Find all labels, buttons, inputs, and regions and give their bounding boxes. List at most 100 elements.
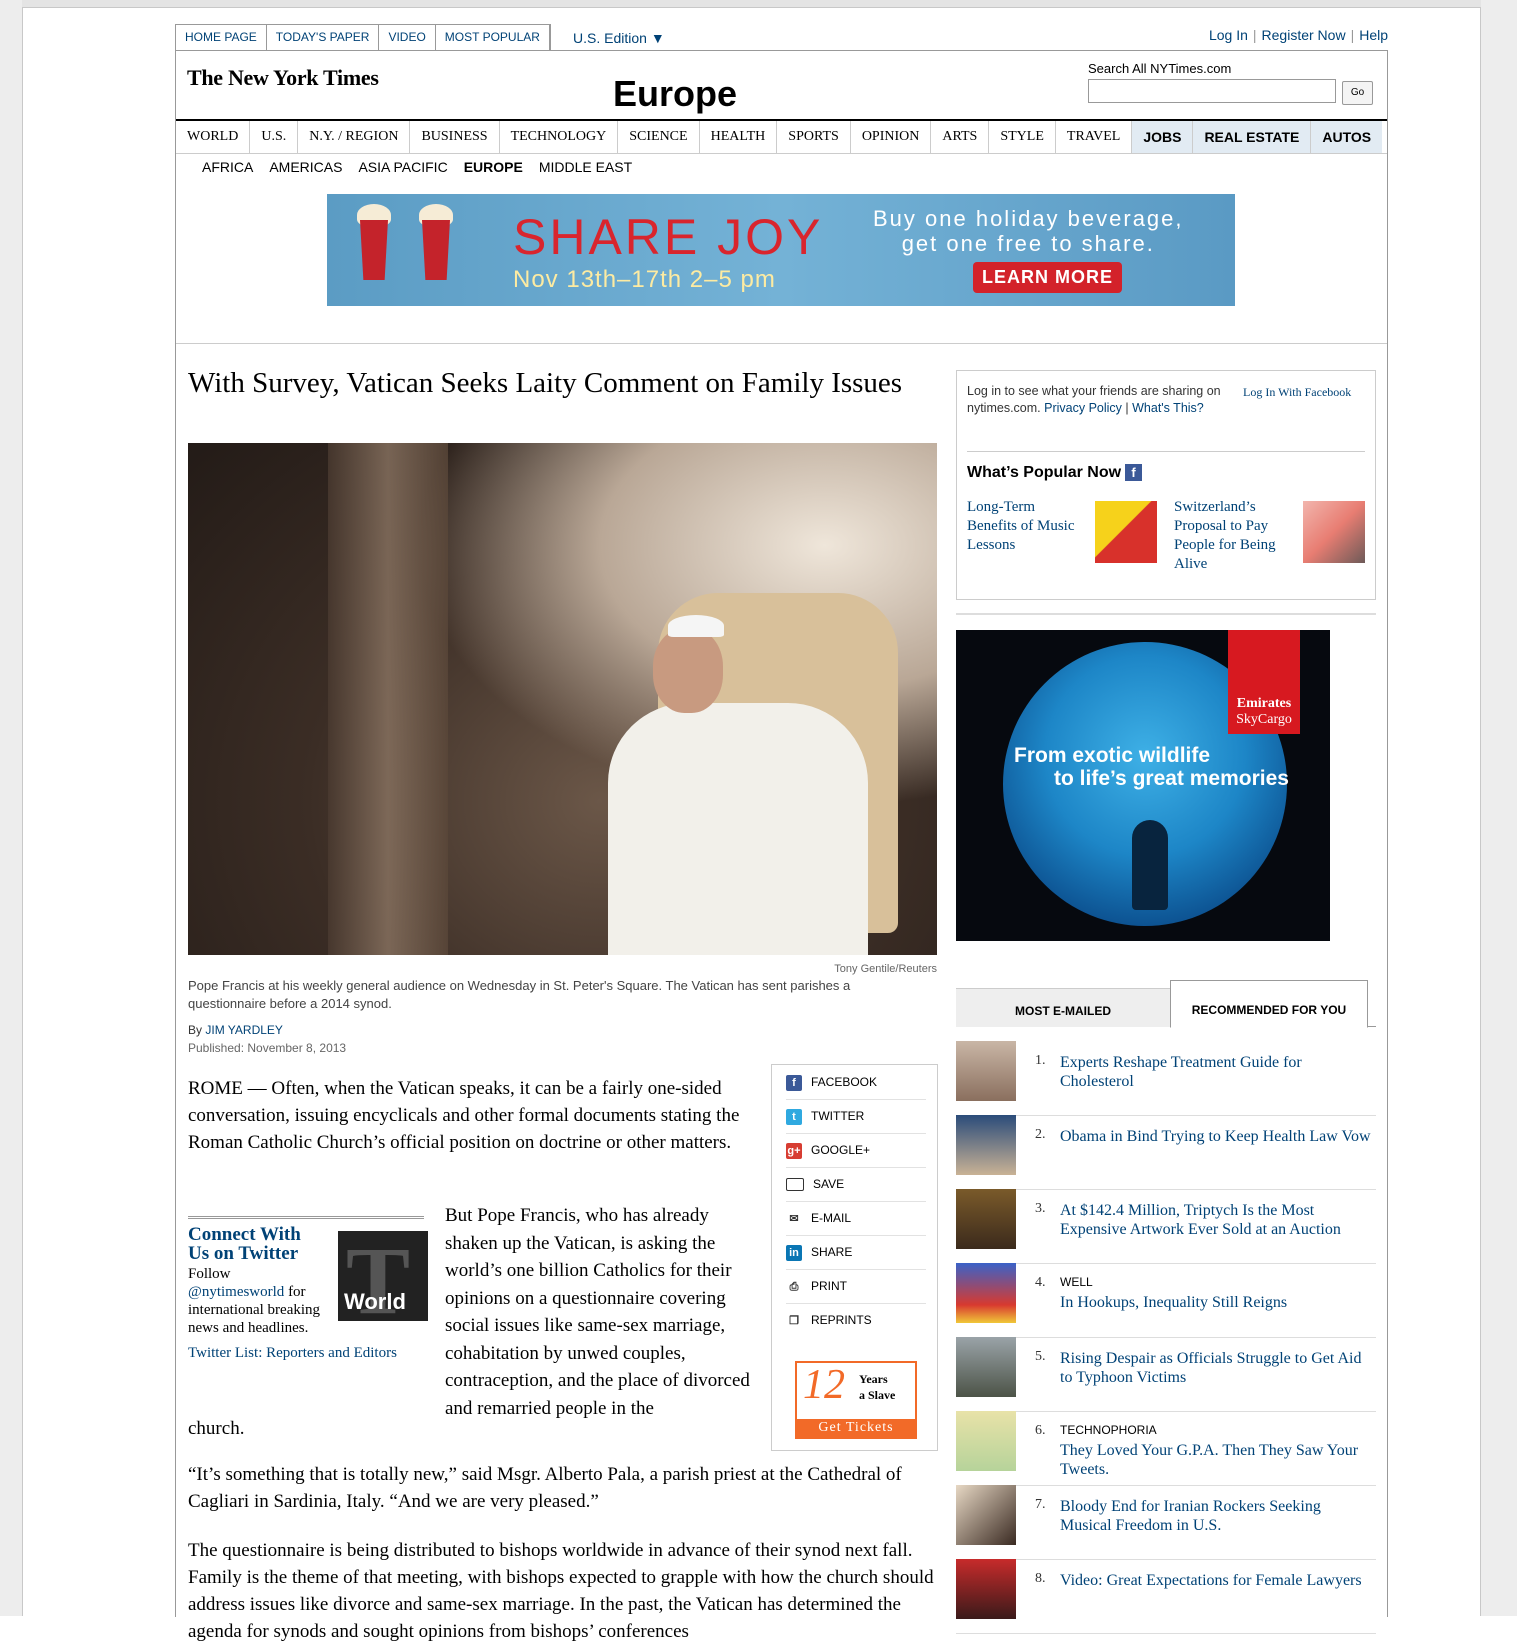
section-technology[interactable]: TECHNOLOGY	[500, 121, 619, 153]
tickets-ad[interactable]: 12 Years a Slave Get Tickets	[795, 1361, 917, 1439]
recommended-thumbnail[interactable]	[956, 1559, 1016, 1619]
subsection-americas[interactable]: AMERICAS	[269, 159, 342, 175]
share-facebook[interactable]: f FACEBOOK	[786, 1065, 926, 1100]
nav-most-popular[interactable]: MOST POPULAR	[436, 25, 550, 50]
envelope-icon: ✉	[789, 1212, 799, 1225]
recommended-link[interactable]: At $142.4 Million, Triptych Is the Most …	[1060, 1201, 1372, 1239]
recommended-link[interactable]: In Hookups, Inequality Still Reigns	[1060, 1293, 1372, 1312]
section-health[interactable]: HEALTH	[700, 121, 778, 153]
section-nav: WORLD U.S. N.Y. / REGION BUSINESS TECHNO…	[176, 119, 1387, 154]
save-article[interactable]: SAVE	[786, 1167, 926, 1202]
list-number: 3.	[1035, 1201, 1046, 1216]
window-right-margin	[1480, 0, 1517, 1616]
section-arts[interactable]: ARTS	[931, 121, 990, 153]
account-links: Log In | Register Now | Help	[1208, 27, 1388, 43]
learn-more-button[interactable]: LEARN MORE	[973, 262, 1122, 293]
popular-item-1[interactable]: Long-Term Benefits of Music Lessons	[967, 498, 1085, 555]
recommended-thumbnail[interactable]	[956, 1189, 1016, 1249]
tab-recommended[interactable]: RECOMMENDED FOR YOU	[1170, 980, 1368, 1028]
recommended-link[interactable]: Bloody End for Iranian Rockers Seeking M…	[1060, 1497, 1372, 1535]
window-left-margin	[0, 0, 23, 1616]
twitter-promo-title[interactable]: Connect With Us on Twitter	[188, 1225, 316, 1263]
print-article[interactable]: ⎙ PRINT	[786, 1269, 926, 1304]
facebook-icon: f	[786, 1074, 802, 1091]
search-input[interactable]	[1088, 79, 1336, 103]
section-title: Europe	[613, 73, 738, 114]
section-travel[interactable]: TRAVEL	[1056, 121, 1133, 153]
list-item: 8. Video: Great Expectations for Female …	[956, 1559, 1376, 1634]
popular-thumbnail-2[interactable]	[1303, 501, 1365, 563]
tickets-title-line1: Years	[859, 1372, 888, 1386]
recommended-link[interactable]: Video: Great Expectations for Female Law…	[1060, 1571, 1372, 1590]
byline-prefix: By	[188, 1023, 203, 1037]
section-jobs[interactable]: JOBS	[1132, 121, 1194, 153]
recommended-link[interactable]: They Loved Your G.P.A. Then They Saw You…	[1060, 1441, 1372, 1479]
reprints-article[interactable]: ❐ REPRINTS	[786, 1303, 926, 1337]
help-link[interactable]: Help	[1359, 27, 1388, 43]
register-link[interactable]: Register Now	[1262, 27, 1346, 43]
recommended-thumbnail[interactable]	[956, 1263, 1016, 1323]
recommended-thumbnail[interactable]	[956, 1485, 1016, 1545]
reprints-label: REPRINTS	[811, 1313, 872, 1327]
twitter-list-link[interactable]: Twitter List: Reporters and Editors	[188, 1345, 424, 1362]
tab-most-emailed[interactable]: MOST E-MAILED	[956, 988, 1170, 1027]
subsection-middle-east[interactable]: MIDDLE EAST	[539, 159, 632, 175]
share-linkedin[interactable]: in SHARE	[786, 1235, 926, 1270]
recommended-thumbnail[interactable]	[956, 1337, 1016, 1397]
popular-thumbnail-1[interactable]	[1095, 501, 1157, 563]
popular-item-2[interactable]: Switzerland’s Proposal to Pay People for…	[1174, 498, 1292, 574]
emirates-ad[interactable]: From exotic wildlife to life’s great memo…	[956, 630, 1330, 941]
twitter-icon: t	[786, 1108, 802, 1125]
author-link[interactable]: JIM YARDLEY	[205, 1023, 283, 1037]
list-number: 1.	[1035, 1053, 1046, 1068]
get-tickets-button[interactable]: Get Tickets	[797, 1419, 915, 1437]
edition-dropdown[interactable]: U.S. Edition ▼	[573, 24, 665, 53]
linkedin-icon: in	[786, 1244, 802, 1261]
recommended-thumbnail[interactable]	[956, 1041, 1016, 1101]
section-us[interactable]: U.S.	[250, 121, 299, 153]
subsection-africa[interactable]: AFRICA	[202, 159, 253, 175]
section-ny-region[interactable]: N.Y. / REGION	[298, 121, 411, 153]
share-twitter[interactable]: t TWITTER	[786, 1099, 926, 1134]
section-opinion[interactable]: OPINION	[851, 121, 932, 153]
email-label: E-MAIL	[811, 1211, 852, 1225]
article-paragraph-2-end: church.	[188, 1418, 245, 1439]
subsection-europe[interactable]: EUROPE	[464, 159, 523, 175]
subsection-asia-pacific[interactable]: ASIA PACIFIC	[358, 159, 447, 175]
article-paragraph-4: The questionnaire is being distributed t…	[188, 1540, 934, 1642]
recommended-thumbnail[interactable]	[956, 1115, 1016, 1175]
login-link[interactable]: Log In	[1209, 27, 1248, 43]
section-science[interactable]: SCIENCE	[618, 121, 700, 153]
section-autos[interactable]: AUTOS	[1311, 121, 1383, 153]
privacy-policy-link[interactable]: Privacy Policy	[1044, 401, 1122, 415]
section-world[interactable]: WORLD	[176, 121, 251, 153]
banner-ad[interactable]: SHARE JOY Nov 13th–17th 2–5 pm Buy one h…	[327, 194, 1235, 306]
section-business[interactable]: BUSINESS	[410, 121, 500, 153]
section-sports[interactable]: SPORTS	[777, 121, 851, 153]
photo-head	[653, 628, 723, 713]
recommended-thumbnail[interactable]	[956, 1411, 1016, 1471]
nav-todays-paper[interactable]: TODAY'S PAPER	[267, 25, 380, 50]
nyt-logo[interactable]: The New York Times	[187, 65, 379, 91]
window-top-margin	[22, 0, 1481, 8]
article-photo[interactable]	[188, 443, 937, 955]
article-paragraph-3: “It’s something that is totally new,” sa…	[188, 1464, 902, 1512]
twitter-handle-link[interactable]: @nytimesworld	[188, 1284, 284, 1300]
emirates-sub: SkyCargo	[1236, 712, 1292, 727]
recommended-link[interactable]: Experts Reshape Treatment Guide for Chol…	[1060, 1053, 1372, 1091]
search-go-button[interactable]: Go	[1342, 81, 1373, 105]
nav-video[interactable]: VIDEO	[379, 25, 436, 50]
divider	[967, 451, 1365, 452]
facebook-login-link[interactable]: Log In With Facebook	[1243, 385, 1351, 400]
share-googleplus[interactable]: g+ GOOGLE+	[786, 1133, 926, 1168]
email-article[interactable]: ✉ E-MAIL	[786, 1201, 926, 1236]
nav-home-page[interactable]: HOME PAGE	[176, 25, 267, 50]
recommended-link[interactable]: Rising Despair as Officials Struggle to …	[1060, 1349, 1372, 1387]
list-item: 2. Obama in Bind Trying to Keep Health L…	[956, 1115, 1376, 1190]
search-label: Search All NYTimes.com	[1088, 61, 1232, 76]
section-real-estate[interactable]: REAL ESTATE	[1193, 121, 1312, 153]
recommended-link[interactable]: Obama in Bind Trying to Keep Health Law …	[1060, 1127, 1372, 1146]
section-style[interactable]: STYLE	[989, 121, 1056, 153]
share-facebook-label: FACEBOOK	[811, 1075, 878, 1089]
whats-this-link[interactable]: What's This?	[1132, 401, 1204, 415]
